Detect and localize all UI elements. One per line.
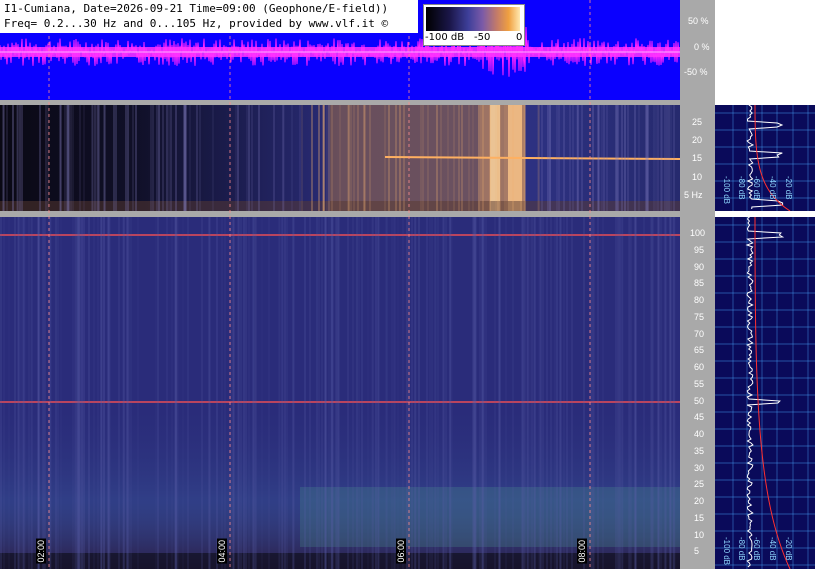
ulf-tick: 50 <box>694 395 705 406</box>
elf-tick: 10 <box>692 172 703 182</box>
ulf-tick: 90 <box>694 261 705 272</box>
spectrum-db-label: -40 dB <box>768 176 777 200</box>
station-info-line-1: I1-Cumiana, Date=2026-09-21 Time=09:00 (… <box>4 2 389 15</box>
elf-tick: 25 <box>692 117 703 127</box>
station-info-line-2: Freq= 0.2...30 Hz and 0...105 Hz, provid… <box>4 17 389 30</box>
ulf-tick: 85 <box>694 278 705 289</box>
ulf-axis: 100 95 90 85 80 75 70 65 60 55 50 45 40 35 30 25 20 15 10 5 <box>680 217 715 569</box>
colorbar-min-label: -100 dB <box>425 32 465 43</box>
waveform-tick: -50 % <box>684 67 708 77</box>
spectrum-blank-area <box>715 0 815 100</box>
ulf-tick: 25 <box>694 479 705 490</box>
ulf-tick: 35 <box>694 445 705 456</box>
ulf-tick: 45 <box>694 412 705 423</box>
spectrum-db-label: -20 dB <box>784 176 793 200</box>
spectrum-db-label: -40 dB <box>768 537 777 561</box>
ulf-tick: 30 <box>694 462 705 473</box>
waveform-tick: 0 % <box>694 42 710 52</box>
colorbar-mid-label: -50 <box>474 32 491 43</box>
panel-separator <box>715 100 815 105</box>
ulf-tick: 5 <box>694 546 700 557</box>
ulf-spectrum-panel <box>715 216 815 570</box>
spectrum-db-label: -60 dB <box>752 176 761 200</box>
ulf-tick: 60 <box>694 362 705 372</box>
colorbar-max-label: 0 <box>516 32 523 43</box>
ulf-tick: 75 <box>694 311 705 322</box>
ulf-tick: 65 <box>694 345 705 356</box>
hour-grid <box>48 0 591 569</box>
station-info-header: I1-Cumiana, Date=2026-09-21 Time=09:00 (… <box>0 0 418 33</box>
ulf-tick: 80 <box>694 295 705 305</box>
spectrum-db-label: -100 dB <box>722 176 731 205</box>
ulf-tick: 10 <box>694 529 705 540</box>
ulf-tick: 70 <box>694 328 705 339</box>
spectrum-db-label: -80 dB <box>737 537 746 561</box>
spectrum-average-curve <box>754 216 791 570</box>
spectrum-db-label: -60 dB <box>752 537 761 561</box>
ulf-tick: 15 <box>694 512 705 523</box>
ulf-spectrum-plot <box>715 216 815 570</box>
elf-tick: 15 <box>692 153 703 163</box>
ulf-tick: 95 <box>694 244 705 255</box>
spectrum-db-label: -100 dB <box>722 537 731 566</box>
elf-tick: 20 <box>692 135 703 145</box>
colorbar-gradient <box>426 7 520 31</box>
ulf-tick: 40 <box>694 429 705 439</box>
elf-tick: 5 Hz <box>684 190 703 200</box>
waveform-axis: 50 % 0 % -50 % <box>680 0 715 100</box>
spectrum-db-label: -20 dB <box>784 537 793 561</box>
ulf-tick: 20 <box>694 496 705 506</box>
ulf-tick: 55 <box>694 378 705 389</box>
elf-axis: 25 20 15 10 5 Hz <box>680 105 715 211</box>
colorbar-legend: -100 dB -50 0 <box>423 4 525 46</box>
panel-separator <box>715 211 815 217</box>
waveform-tick: 50 % <box>688 16 709 26</box>
ulf-tick: 100 <box>690 228 706 238</box>
spectrum-db-label: -80 dB <box>737 176 746 200</box>
